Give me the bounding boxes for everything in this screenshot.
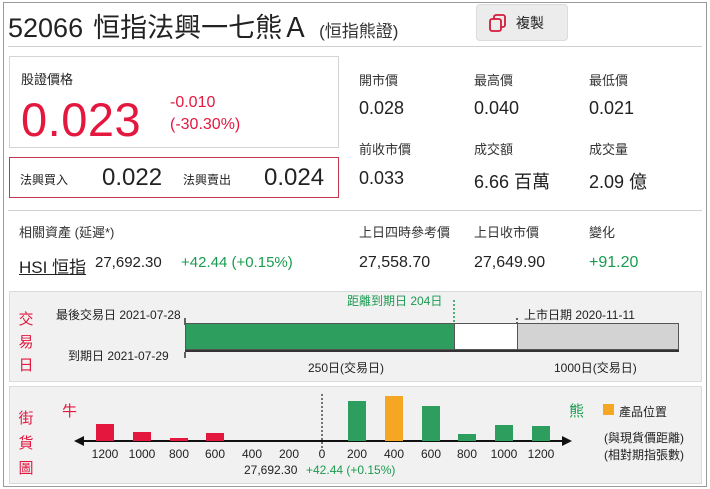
bull-bar-1200 [96,424,114,441]
axis-tick-label: 200 [346,447,368,461]
axis-tick-label: 0 [318,447,326,461]
axis-tick-label: 400 [241,447,263,461]
axis-tick-label: 800 [456,447,478,461]
axis-arrow-right [562,436,572,446]
bear-bar-200 [348,401,366,441]
bear-bar-1200 [532,426,550,441]
chart-center-change: +42.44 (+0.15%) [306,463,396,477]
axis-tick-label: 1200 [91,447,119,461]
axis-arrow-left [74,436,84,446]
axis-tick-label: 600 [420,447,442,461]
axis-tick-label: 1000 [490,447,518,461]
bull-bar-600 [206,433,224,441]
axis-tick-label: 1000 [128,447,156,461]
bear-bar-800 [458,434,476,441]
axis-tick-label: 800 [168,447,190,461]
bear-bar-1000 [495,425,513,441]
axis-tick-label: 400 [383,447,405,461]
bull-bear-chart [74,394,572,448]
bear-bar-600 [422,406,440,441]
bull-bar-1000 [133,432,151,441]
bear-bar-400 [385,396,403,441]
axis-tick-label: 1200 [527,447,555,461]
bull-bar-800 [170,438,188,441]
axis-tick-label: 600 [204,447,226,461]
chart-center-price: 27,692.30 [244,463,298,477]
